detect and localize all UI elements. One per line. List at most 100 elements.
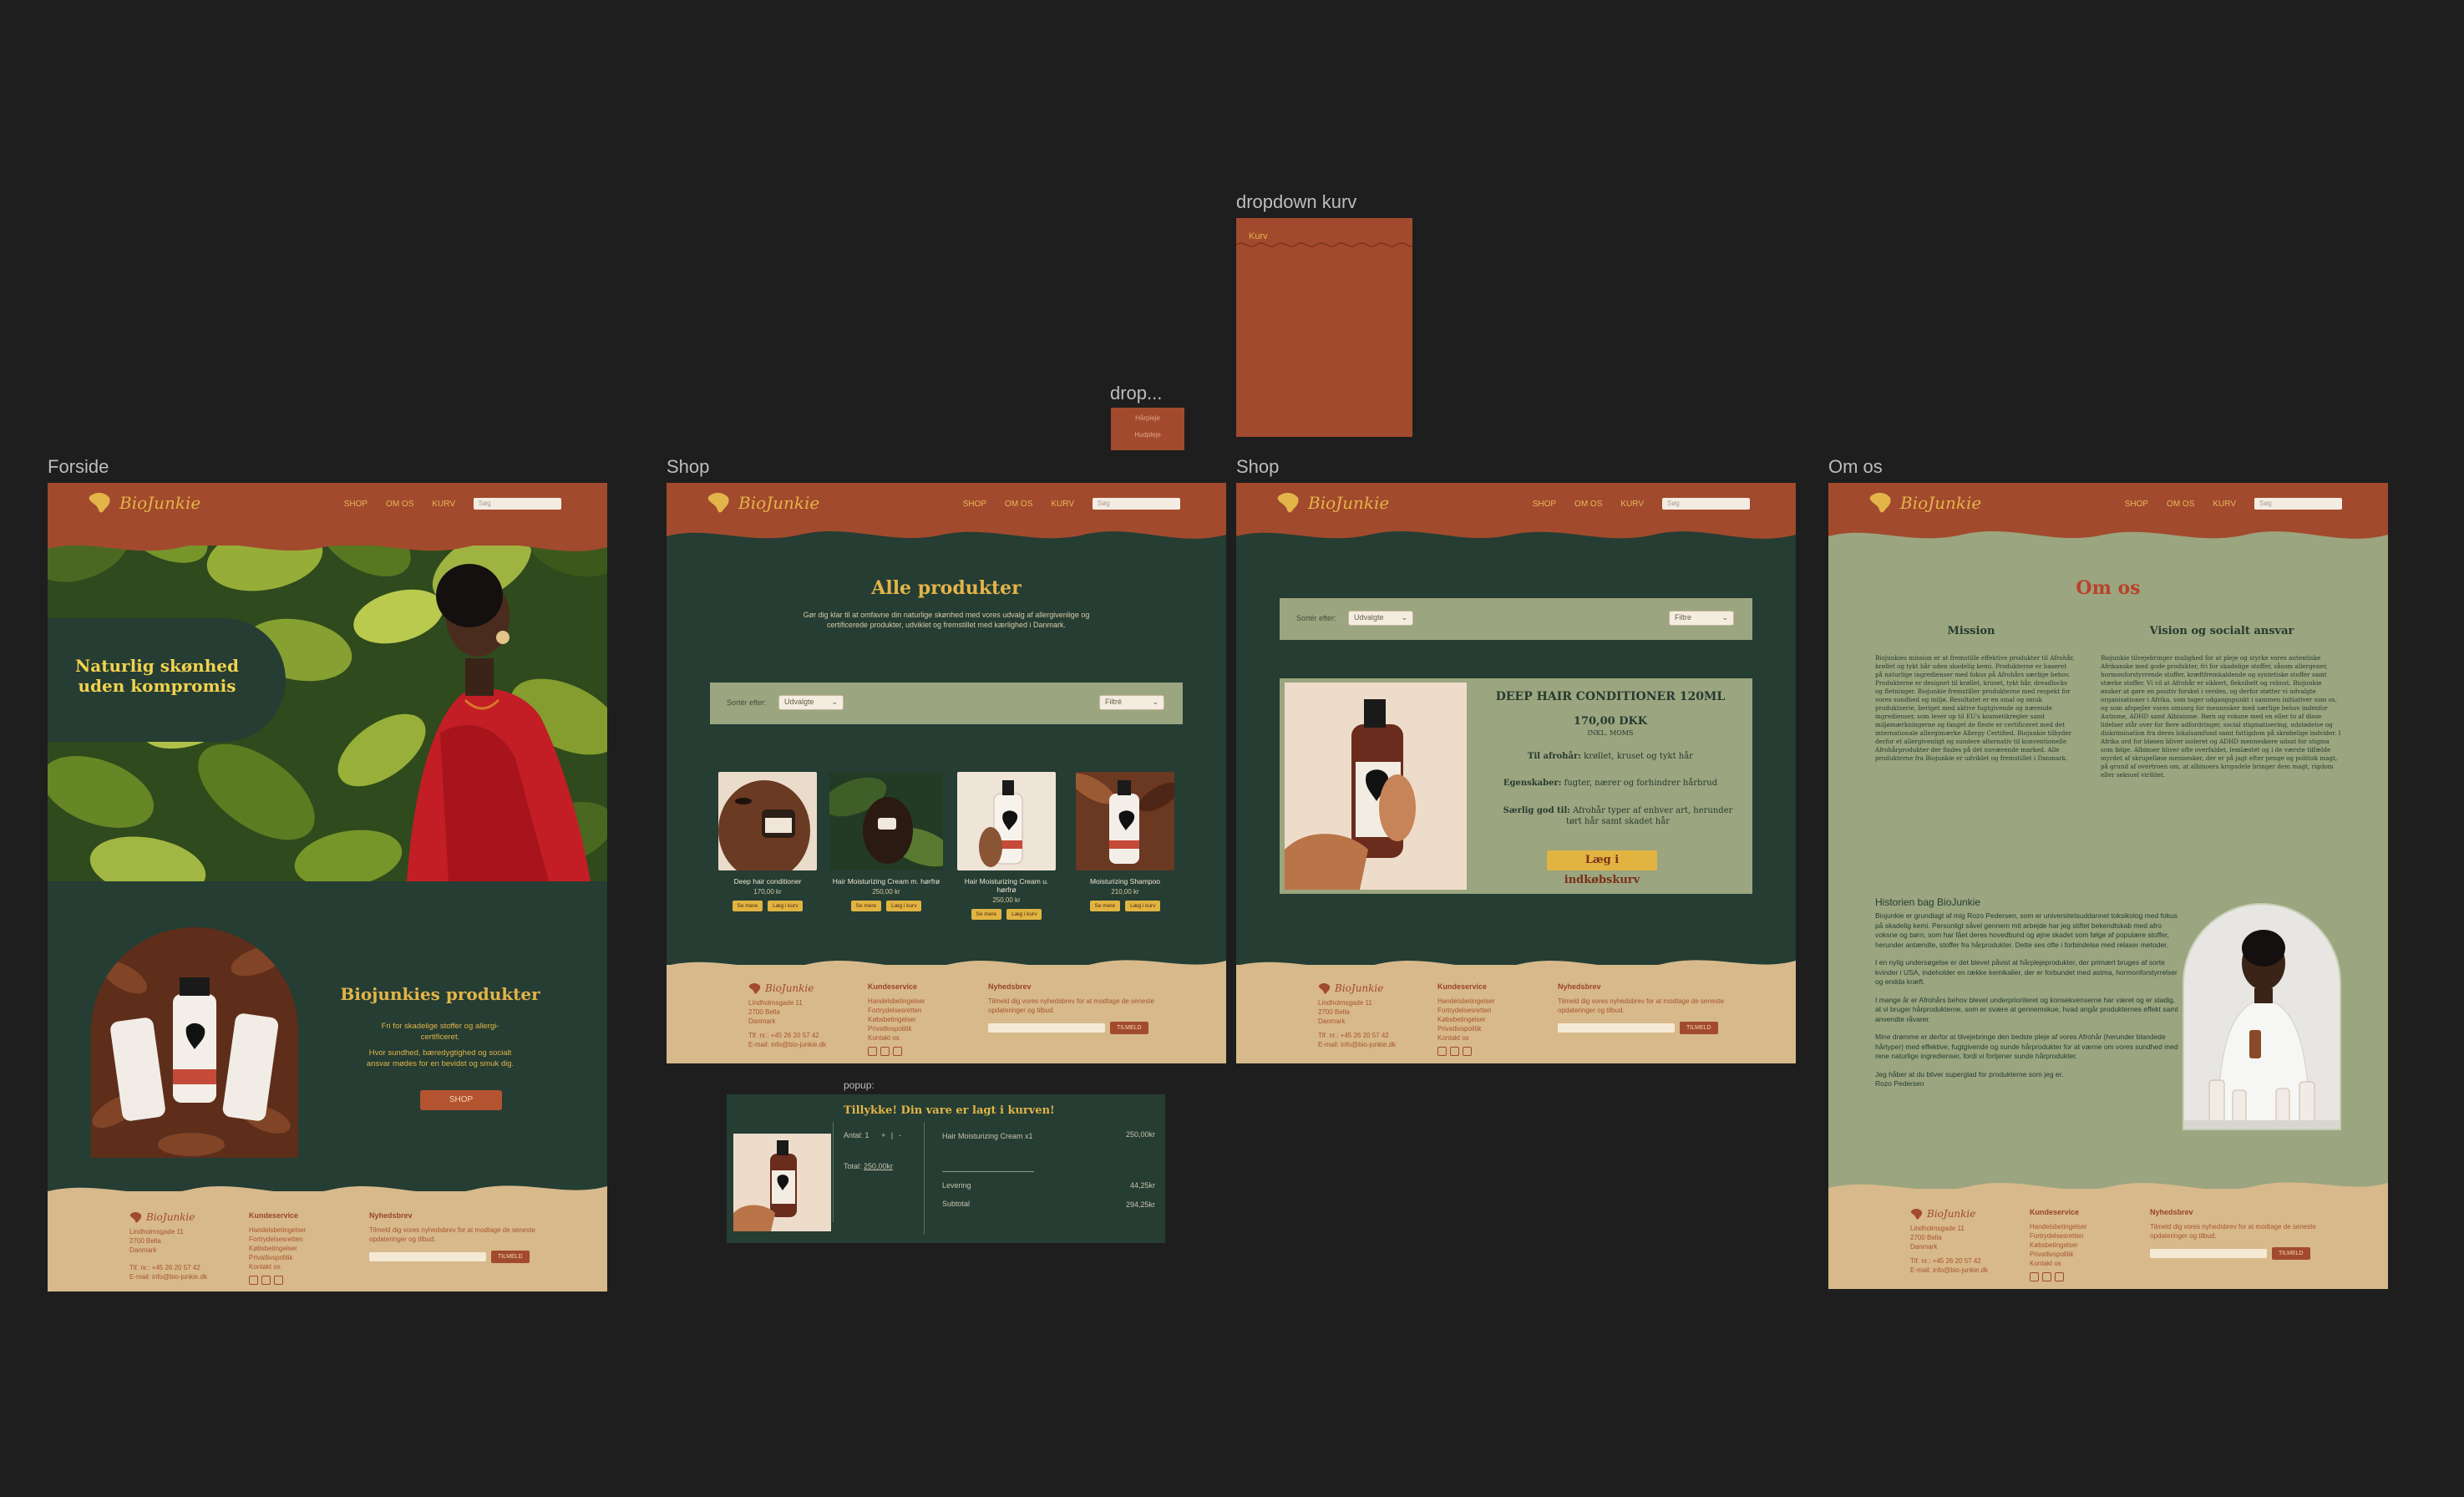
- instagram-icon[interactable]: [1450, 1047, 1459, 1056]
- footer-address-col: BioJunkie Lindholmsgade 11 2700 Bella Da…: [1910, 1208, 1988, 1275]
- products-arch-photo: [91, 927, 298, 1158]
- logo[interactable]: BioJunkie: [88, 491, 200, 515]
- product-card[interactable]: Deep hair conditioner 170,00 kr Se mere L…: [718, 772, 817, 911]
- logo[interactable]: BioJunkie: [1868, 491, 1981, 515]
- add-to-cart-button[interactable]: Læg i kurv: [768, 901, 804, 911]
- story-title: Historien bag BioJunkie: [1875, 896, 1981, 908]
- logo[interactable]: BioJunkie: [707, 491, 819, 515]
- add-to-cart-button[interactable]: Læg i kurv: [1006, 909, 1042, 920]
- logo[interactable]: BioJunkie: [1276, 491, 1389, 515]
- product-name: Deep hair conditioner: [733, 877, 802, 886]
- nav-kurv[interactable]: KURV: [2213, 500, 2236, 509]
- footer-logo-icon: [129, 1212, 142, 1223]
- product-price: 210,00 kr: [1111, 888, 1139, 896]
- footer-email: E-mail: info@bio-junkie.dk: [1318, 1041, 1397, 1048]
- facebook-icon[interactable]: [2030, 1272, 2039, 1281]
- popup-item-price: 250,00kr: [1125, 1130, 1155, 1139]
- nav-kurv[interactable]: KURV: [432, 500, 455, 509]
- footer-address: Lindholmsgade 11 2700 Bella Danmark: [748, 999, 803, 1025]
- add-to-cart-button[interactable]: Læg i kurv: [1125, 901, 1161, 911]
- nav-omos[interactable]: OM OS: [2167, 500, 2194, 509]
- product-card[interactable]: Hair Moisturizing Cream m. hørfrø 250,00…: [829, 772, 943, 911]
- search-input[interactable]: Søg: [1662, 498, 1750, 510]
- filter-select-value: Filtre: [1675, 613, 1691, 622]
- newsletter-submit-button[interactable]: TILMELD: [491, 1251, 530, 1263]
- see-more-button[interactable]: Se mere: [732, 901, 763, 911]
- dropdown-item-haarpleje[interactable]: Hårpleje: [1111, 414, 1184, 422]
- nav-omos[interactable]: OM OS: [1005, 500, 1032, 509]
- add-to-cart-button[interactable]: Læg i kurv: [886, 901, 922, 911]
- filter-select[interactable]: Filtre ⌄: [1669, 611, 1734, 626]
- plus-icon[interactable]: +: [881, 1131, 885, 1139]
- minus-icon[interactable]: -: [899, 1131, 901, 1139]
- footer-service-links[interactable]: Handelsbetingelser Fortrydelsesretten Kø…: [1437, 997, 1495, 1043]
- product-card[interactable]: Moisturizing Shampoo 210,00 kr Se mere Læ…: [1076, 772, 1174, 911]
- footer-service-links[interactable]: Handelsbetingelser Fortrydelsesretten Kø…: [249, 1226, 307, 1271]
- logo-text: BioJunkie: [1900, 493, 1982, 513]
- search-input[interactable]: Søg: [1093, 498, 1180, 510]
- filter-select-value: Filtré: [1105, 698, 1122, 706]
- footer-news-col: Nyhedsbrev Tilmeld dig vores nyhedsbrev …: [2150, 1208, 2317, 1260]
- frame-label-drop: drop...: [1110, 383, 1163, 403]
- newsletter-submit-button[interactable]: TILMELD: [1680, 1022, 1718, 1034]
- footer-address-col: BioJunkie Lindholmsgade 11 2700 Bella Da…: [129, 1211, 207, 1281]
- nav-omos[interactable]: OM OS: [1574, 500, 1602, 509]
- product-price: 250,00 kr: [872, 888, 900, 896]
- linkedin-icon[interactable]: [893, 1047, 902, 1056]
- nav-shop[interactable]: SHOP: [2125, 500, 2148, 509]
- footer-email: E-mail: info@bio-junkie.dk: [748, 1041, 827, 1048]
- linkedin-icon[interactable]: [274, 1276, 283, 1285]
- product-name: DEEP HAIR CONDITIONER 120ML: [1495, 690, 1726, 703]
- nav-omos[interactable]: OM OS: [386, 500, 413, 509]
- search-input[interactable]: Søg: [474, 498, 561, 510]
- search-input[interactable]: Søg: [2254, 498, 2342, 510]
- nav-shop[interactable]: SHOP: [344, 500, 368, 509]
- footer-service-links[interactable]: Handelsbetingelser Fortrydelsesretten Kø…: [2030, 1222, 2087, 1268]
- newsletter-submit-button[interactable]: TILMELD: [2272, 1247, 2310, 1260]
- social-icons: [868, 1047, 925, 1058]
- product-name: Hair Moisturizing Cream u. hørfrø: [964, 877, 1049, 894]
- facebook-icon[interactable]: [868, 1047, 877, 1056]
- sort-select[interactable]: Udvalgte ⌄: [778, 695, 844, 710]
- instagram-icon[interactable]: [261, 1276, 271, 1285]
- newsletter-email-input[interactable]: [2150, 1249, 2267, 1258]
- footer-service-links[interactable]: Handelsbetingelser Fortrydelsesretten Kø…: [868, 997, 925, 1043]
- facebook-icon[interactable]: [249, 1276, 258, 1285]
- footer-wave: [1828, 1182, 2388, 1206]
- see-more-button[interactable]: Se mere: [1089, 901, 1121, 911]
- newsletter-submit-button[interactable]: TILMELD: [1110, 1022, 1148, 1034]
- facebook-icon[interactable]: [1437, 1047, 1447, 1056]
- shop-button[interactable]: SHOP: [420, 1090, 502, 1110]
- newsletter-email-input[interactable]: [988, 1023, 1105, 1033]
- instagram-icon[interactable]: [880, 1047, 890, 1056]
- linkedin-icon[interactable]: [2055, 1272, 2064, 1281]
- hero-title-pill: Naturlig skønhed uden kompromis: [48, 618, 286, 742]
- see-more-button[interactable]: Se mere: [850, 901, 882, 911]
- product-image[interactable]: [957, 772, 1056, 870]
- frame-label-dropdown-kurv: dropdown kurv: [1236, 191, 1357, 212]
- product-image[interactable]: [829, 772, 943, 870]
- levering-value: 44,25kr: [1129, 1181, 1155, 1190]
- dropdown-item-hudpleje[interactable]: Hudpleje: [1111, 431, 1184, 439]
- newsletter-email-input[interactable]: [369, 1252, 486, 1261]
- product-card[interactable]: Hair Moisturizing Cream u. hørfrø 250,00…: [957, 772, 1056, 920]
- linkedin-icon[interactable]: [1463, 1047, 1472, 1056]
- newsletter-email-input[interactable]: [1558, 1023, 1675, 1033]
- kurv-title[interactable]: Kurv: [1249, 231, 1268, 241]
- nav-shop[interactable]: SHOP: [963, 500, 986, 509]
- filter-bar: Sortér efter: Udvalgte ⌄ Filtré ⌄: [710, 683, 1183, 724]
- instagram-icon[interactable]: [2042, 1272, 2051, 1281]
- filter-select[interactable]: Filtré ⌄: [1099, 695, 1164, 710]
- product-image[interactable]: [718, 772, 817, 870]
- footer-address-col: BioJunkie Lindholmsgade 11 2700 Bella Da…: [748, 982, 826, 1049]
- sort-select[interactable]: Udvalgte ⌄: [1348, 611, 1413, 626]
- see-more-button[interactable]: Se mere: [971, 909, 1002, 920]
- nav-shop[interactable]: SHOP: [1533, 500, 1556, 509]
- product-image[interactable]: [1076, 772, 1174, 870]
- nav-kurv[interactable]: KURV: [1620, 500, 1644, 509]
- footer-logo-text: BioJunkie: [146, 1211, 195, 1223]
- footer-address: Lindholmsgade 11 2700 Bella Danmark: [1318, 999, 1372, 1025]
- footer-address-col: BioJunkie Lindholmsgade 11 2700 Bella Da…: [1318, 982, 1396, 1049]
- nav-kurv[interactable]: KURV: [1051, 500, 1074, 509]
- add-to-cart-button[interactable]: Læg i indkøbskurv: [1547, 850, 1657, 886]
